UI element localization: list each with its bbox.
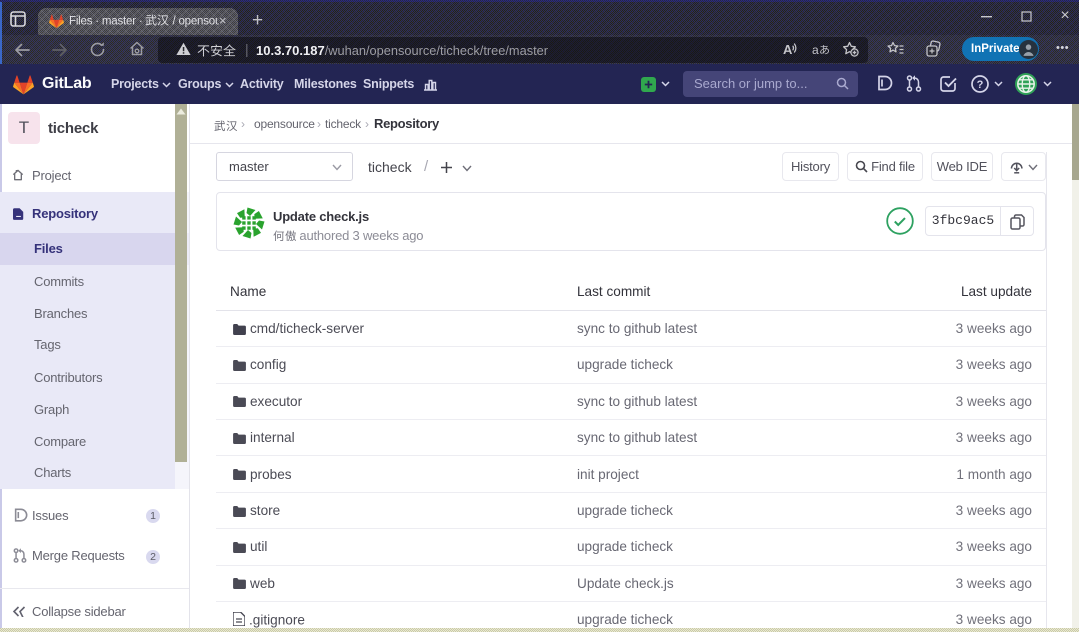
svg-text:?: ? [977,79,984,91]
svg-text:A: A [783,42,793,57]
